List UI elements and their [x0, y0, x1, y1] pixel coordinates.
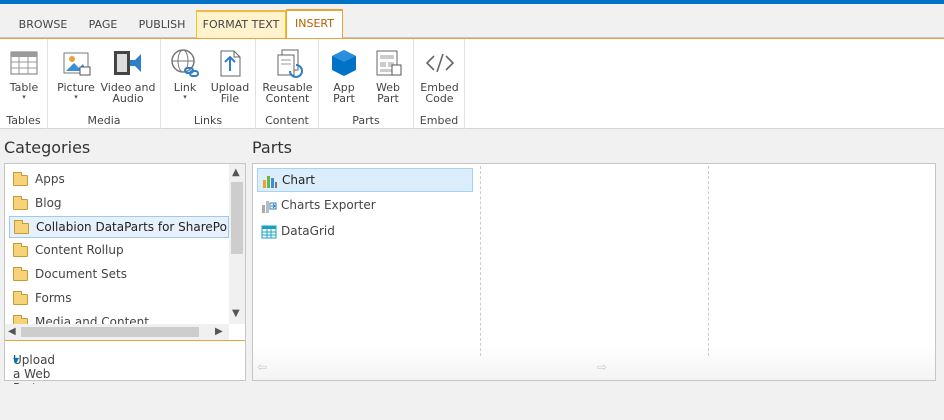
folder-icon: [13, 196, 28, 210]
upload-file-button[interactable]: Upload File: [209, 43, 251, 104]
table-label: Table: [9, 81, 39, 94]
category-item-media-content[interactable]: Media and Content: [9, 312, 229, 324]
previous-page-icon[interactable]: ⇦: [257, 360, 267, 374]
picture-icon: [60, 47, 92, 79]
categories-list: Apps Blog Collabion DataParts for ShareP…: [5, 164, 229, 324]
categories-vertical-scrollbar[interactable]: ▲ ▼: [229, 164, 245, 324]
category-label: Apps: [35, 172, 65, 186]
link-label: Link: [173, 81, 197, 94]
tab-browse[interactable]: BROWSE: [8, 12, 78, 38]
vertical-scroll-thumb[interactable]: [231, 182, 243, 254]
web-part-button[interactable]: Web Part: [369, 43, 407, 104]
categories-horizontal-scrollbar[interactable]: ◀ ▶: [5, 324, 229, 340]
category-item-blog[interactable]: Blog: [9, 193, 229, 215]
scroll-up-icon[interactable]: ▲: [232, 167, 240, 178]
group-parts: App Part Web Part Parts: [319, 39, 414, 129]
tab-publish[interactable]: PUBLISH: [128, 12, 196, 38]
ribbon: Table ▾ Tables Picture ▾ Video and Audio…: [0, 38, 944, 129]
app-part-icon: [328, 47, 360, 79]
folder-icon: [13, 291, 28, 305]
table-button[interactable]: Table ▾: [4, 43, 44, 102]
category-item-content-rollup[interactable]: Content Rollup: [9, 240, 229, 262]
part-label: DataGrid: [281, 224, 335, 238]
reusable-content-icon: [272, 47, 304, 79]
column-divider: [480, 166, 481, 356]
folder-icon: [13, 243, 28, 257]
category-label: Media and Content: [35, 315, 149, 324]
group-embed: Embed Code Embed: [414, 39, 465, 129]
tab-page[interactable]: PAGE: [78, 12, 128, 38]
horizontal-scroll-thumb[interactable]: [21, 327, 199, 337]
embed-code-button[interactable]: Embed Code: [418, 43, 461, 104]
category-item-forms[interactable]: Forms: [9, 288, 229, 310]
chevron-down-icon: ▾: [183, 93, 187, 101]
part-item-charts-exporter[interactable]: Charts Exporter: [257, 194, 473, 218]
group-label-tables: Tables: [6, 114, 41, 127]
group-content: Reusable Content Content: [256, 39, 319, 129]
group-label-parts: Parts: [352, 114, 380, 127]
scroll-right-icon[interactable]: ▶: [215, 326, 223, 337]
group-label-content: Content: [265, 114, 309, 127]
group-links: Link ▾ Upload File Links: [161, 39, 256, 129]
chart-icon: [262, 173, 278, 189]
reusable-content-button[interactable]: Reusable Content: [260, 43, 315, 104]
chevron-down-icon: ▾: [74, 93, 78, 101]
parts-panel: Chart Charts Exporter DataGrid ⇦ ⇨: [252, 163, 936, 381]
upload-file-icon: [214, 47, 246, 79]
part-label: Charts Exporter: [281, 198, 376, 212]
table-icon: [8, 47, 40, 79]
web-part-label-2: Part: [377, 92, 399, 105]
group-label-media: Media: [87, 114, 121, 127]
video-audio-icon: [112, 47, 144, 79]
scroll-down-icon[interactable]: ▼: [232, 308, 240, 319]
category-item-document-sets[interactable]: Document Sets: [9, 264, 229, 286]
part-label: Chart: [282, 173, 315, 187]
part-item-datagrid[interactable]: DataGrid: [257, 220, 473, 244]
video-audio-label-2: Audio: [112, 92, 144, 105]
chevron-down-icon: ▾: [13, 353, 20, 367]
group-tables: Table ▾ Tables: [0, 39, 48, 129]
folder-icon: [13, 267, 28, 281]
reusable-content-label-2: Content: [265, 92, 310, 105]
datagrid-icon: [261, 224, 277, 240]
embed-code-label-2: Code: [425, 92, 454, 105]
picture-button[interactable]: Picture ▾: [54, 43, 98, 102]
category-label: Document Sets: [35, 267, 127, 281]
part-item-chart[interactable]: Chart: [257, 168, 473, 192]
embed-code-icon: [424, 47, 456, 79]
app-part-label-2: Part: [333, 92, 355, 105]
chevron-down-icon: ▾: [22, 93, 26, 101]
tab-format-text[interactable]: FORMAT TEXT: [196, 10, 286, 38]
picture-label: Picture: [57, 81, 95, 94]
group-media: Picture ▾ Video and Audio Media: [48, 39, 161, 129]
folder-icon: [14, 220, 29, 234]
app-part-button[interactable]: App Part: [325, 43, 363, 104]
column-divider: [708, 166, 709, 356]
link-icon: [169, 47, 201, 79]
web-part-icon: [372, 47, 404, 79]
page-bottom: [0, 384, 944, 420]
video-audio-button[interactable]: Video and Audio: [100, 43, 156, 104]
parts-title: Parts: [252, 138, 292, 157]
upload-file-label-2: File: [220, 92, 240, 105]
category-item-collabion[interactable]: Collabion DataParts for SharePoint: [9, 216, 229, 238]
categories-title: Categories: [4, 138, 91, 157]
upload-web-part: Upload a Web Part ▾: [5, 340, 245, 395]
group-label-links: Links: [193, 114, 223, 127]
link-button[interactable]: Link ▾: [165, 43, 205, 102]
category-label: Forms: [35, 291, 72, 305]
scroll-left-icon[interactable]: ◀: [8, 326, 16, 337]
next-page-icon[interactable]: ⇨: [597, 360, 607, 374]
tab-insert[interactable]: INSERT: [286, 9, 343, 39]
charts-exporter-icon: [261, 198, 277, 214]
categories-panel: Apps Blog Collabion DataParts for ShareP…: [4, 163, 246, 395]
folder-icon: [13, 172, 28, 186]
category-label: Content Rollup: [35, 243, 124, 257]
category-label: Blog: [35, 196, 62, 210]
parts-footer: [253, 344, 935, 380]
category-item-apps[interactable]: Apps: [9, 169, 229, 191]
category-label: Collabion DataParts for SharePoint: [36, 220, 229, 234]
ribbon-tab-strip: BROWSE PAGE PUBLISH FORMAT TEXT INSERT: [0, 4, 944, 39]
group-label-embed: Embed: [419, 114, 459, 127]
